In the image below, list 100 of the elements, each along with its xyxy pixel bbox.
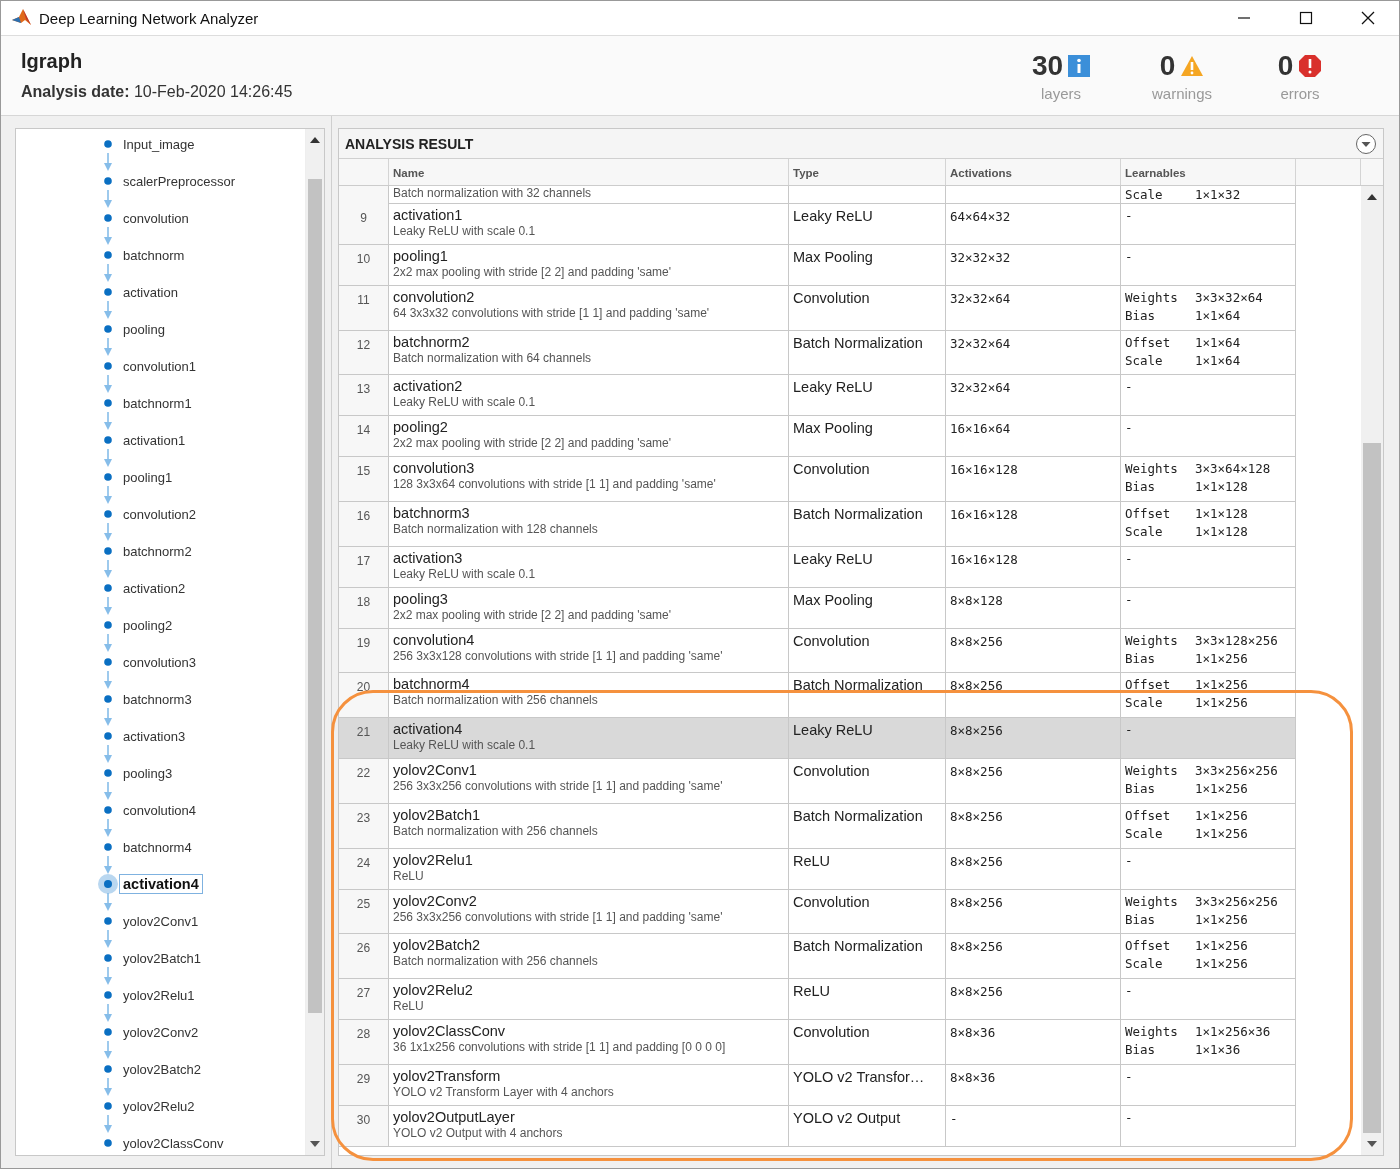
connector-arrow [104, 782, 112, 801]
table-row[interactable]: 21 activation4 Leaky ReLU with scale 0.1 Leaky ReLU 8×8×256 - [339, 718, 1296, 760]
table-row[interactable]: 25 yolov2Conv2 256 3x3x256 convolutions with stride [1 1] and padding 'same' Convolution 8×8×256 Weights 3×3×256×256 Bias 1×1×256 [339, 889, 1296, 935]
table-cell: Batch Normalization [793, 938, 923, 955]
column-header[interactable]: Activations [946, 159, 1121, 185]
layer-node[interactable]: activation2 [119, 578, 190, 598]
connector-arrow [104, 967, 112, 986]
table-row[interactable]: 27 yolov2Relu2 ReLU ReLU 8×8×256 - [339, 978, 1296, 1020]
table-cell: 8×8×256 [950, 939, 1003, 955]
layer-node[interactable]: Input_image [119, 134, 199, 154]
connector-arrow [104, 264, 112, 283]
layer-node[interactable]: yolov2Batch1 [119, 948, 206, 968]
table-cell: Batch Normalization [793, 677, 923, 694]
column-header[interactable]: Name [389, 159, 789, 185]
table-row[interactable]: 24 yolov2Relu1 ReLU ReLU 8×8×256 - [339, 848, 1296, 890]
layer-node[interactable]: convolution3 [119, 652, 200, 672]
table-cell: 8×8×256 [950, 808, 1003, 824]
table-row[interactable]: 30 yolov2OutputLayer YOLO v2 Output with 4 anchors YOLO v2 Output - - [339, 1105, 1296, 1147]
table-row[interactable]: 12 batchnorm2 Batch normalization with 64 channels Batch Normalization 32×32×64 Offset 1×1×64 Scale 1×1×64 [339, 330, 1296, 376]
layer-node[interactable]: convolution4 [119, 800, 200, 820]
layer-description: ReLU [393, 868, 425, 884]
layer-node[interactable]: yolov2Batch2 [119, 1059, 206, 1079]
table-row[interactable]: 10 pooling1 2x2 max pooling with stride [2 2] and padding 'same' Max Pooling 32×32×32 - [339, 245, 1296, 286]
layer-node[interactable]: convolution [119, 208, 193, 228]
table-cell: 32×32×64 [950, 291, 1011, 306]
count: 30 [1031, 50, 1064, 82]
row-number: 20 [339, 673, 389, 718]
table-row[interactable]: 15 convolution3 128 3x3x64 convolutions with stride [1 1] and padding 'same' Convolution 16×16×128 Weights 3×3×64×128 Bias 1×1×128 [339, 457, 1296, 503]
table-cell: Max Pooling [793, 591, 873, 608]
layer-name: yolov2Relu2 [393, 981, 474, 999]
layer-description: 128 3x3x64 convolutions with stride [1 1] and padding 'same' [393, 477, 717, 493]
layer-node[interactable]: pooling1 [119, 467, 177, 487]
layer-description: 2x2 max pooling with stride [2 2] and padding 'same' [393, 436, 673, 452]
connector-arrow [104, 856, 112, 875]
layer-description: Batch normalization with 128 channels [393, 522, 599, 538]
layer-node[interactable]: activation1 [119, 430, 190, 450]
layer-name: convolution4 [393, 631, 476, 649]
table-row[interactable]: 23 yolov2Batch1 Batch normalization with 256 channels Batch Normalization 8×8×256 Offset 1×1×256 Scale 1×1×256 [339, 803, 1296, 849]
layer-name: activation3 [393, 549, 464, 567]
layer-node[interactable]: batchnorm2 [119, 541, 196, 561]
table-row[interactable]: 17 activation3 Leaky ReLU with scale 0.1 Leaky ReLU 16×16×128 - [339, 546, 1296, 588]
table-row[interactable]: 28 yolov2ClassConv 36 1x1x256 convolutions with stride [1 1] and padding [0 0 0 0] Convolution 8×8×36 Weights 1×1×256×36 Bias 1×1×36 [339, 1019, 1296, 1065]
layer-node[interactable]: yolov2Relu2 [119, 1096, 199, 1116]
layer-node[interactable]: convolution1 [119, 356, 200, 376]
layer-node[interactable]: batchnorm [119, 245, 189, 265]
connector-arrow [104, 1004, 112, 1023]
table-cell-text: - [1125, 851, 1134, 870]
table-row[interactable]: 29 yolov2Transform YOLO v2 Transform Layer with 4 anchors YOLO v2 Transfor… 8×8×36 - [339, 1064, 1296, 1106]
layer-node[interactable]: activation [119, 282, 182, 302]
layer-node[interactable]: batchnorm1 [119, 393, 196, 413]
layer-node[interactable]: batchnorm3 [119, 689, 196, 709]
table-row[interactable]: 14 pooling2 2x2 max pooling with stride [2 2] and padding 'same' Max Pooling 16×16×64 - [339, 416, 1296, 458]
scrollbar-thumb[interactable] [1363, 443, 1381, 1133]
connector-arrow [104, 523, 112, 542]
table-row[interactable]: 16 batchnorm3 Batch normalization with 128 channels Batch Normalization 16×16×128 Offset 1×1×128 Scale 1×1×128 [339, 502, 1296, 547]
table-row[interactable]: 9 activation1 Leaky ReLU with scale 0.1 Leaky ReLU 64×64×32 - [339, 204, 1296, 245]
layer-node[interactable]: convolution2 [119, 504, 200, 524]
layer-node[interactable]: pooling [119, 319, 169, 339]
layer-name: yolov2Relu1 [393, 851, 474, 869]
up-arrow-icon [1367, 194, 1377, 200]
layer-node[interactable]: yolov2Conv2 [119, 1022, 203, 1042]
error-icon [1298, 54, 1323, 78]
table-cell-text: - [1125, 1108, 1134, 1127]
layer-description: 2x2 max pooling with stride [2 2] and padding 'same' [393, 607, 673, 623]
layer-node[interactable]: batchnorm4 [119, 837, 196, 857]
table-row[interactable]: 11 convolution2 64 3x3x32 convolutions with stride [1 1] and padding 'same' Convolution 32×32×64 Weights 3×3×32×64 Bias 1×1×64 [339, 286, 1296, 331]
table-row[interactable]: 22 yolov2Conv1 256 3x3x256 convolutions with stride [1 1] and padding 'same' Convolution 8×8×256 Weights 3×3×256×256 Bias 1×1×256 [339, 759, 1296, 804]
table-row[interactable]: Batch normalization with 32 channels Scale 1×1×32 [339, 186, 1296, 204]
table-row[interactable]: 13 activation2 Leaky ReLU with scale 0.1 Leaky ReLU 32×32×64 - [339, 375, 1296, 417]
column-header[interactable]: Type [789, 159, 946, 185]
layer-node[interactable]: scalerPreprocessor [119, 171, 239, 191]
layer-description: ReLU [393, 998, 425, 1014]
scrollbar-thumb[interactable] [308, 179, 322, 1013]
table-row[interactable]: 26 yolov2Batch2 Batch normalization with 256 channels Batch Normalization 8×8×256 Offset 1×1×256 Scale 1×1×256 [339, 934, 1296, 979]
layer-name: yolov2Conv2 [393, 892, 478, 910]
table-cell: 8×8×256 [950, 983, 1003, 999]
table-cell: 8×8×256 [950, 853, 1003, 869]
layer-node[interactable]: pooling3 [119, 763, 177, 783]
layer-name: pooling2 [393, 419, 449, 437]
table-row[interactable]: 18 pooling3 2x2 max pooling with stride [2 2] and padding 'same' Max Pooling 8×8×128 - [339, 587, 1296, 629]
layer-node[interactable]: pooling2 [119, 615, 177, 635]
layer-node[interactable]: yolov2ClassConv [119, 1133, 228, 1153]
row-number: 28 [339, 1019, 389, 1064]
layer-node[interactable]: activation3 [119, 726, 190, 746]
connector-arrow [104, 1078, 112, 1097]
table-cell-text: - [1125, 378, 1134, 397]
layer-node[interactable]: activation4 [119, 874, 203, 894]
layer-node[interactable]: yolov2Relu1 [119, 985, 199, 1005]
column-header[interactable]: Learnables [1121, 159, 1296, 185]
node-icon[interactable] [98, 874, 118, 894]
table-row[interactable]: 19 convolution4 256 3x3x128 convolutions with stride [1 1] and padding 'same' Convolution 8×8×256 Weights 3×3×128×256 Bias 1×1×256 [339, 628, 1296, 674]
panel-title: ANALYSIS RESULT [345, 135, 475, 152]
row-number: 10 [339, 245, 389, 285]
table-cell-text: - [1125, 1067, 1134, 1086]
row-number: 11 [339, 286, 389, 330]
collapse-icon[interactable] [1355, 132, 1377, 155]
table-cell: 8×8×128 [950, 592, 1003, 608]
layer-node[interactable]: yolov2Conv1 [119, 911, 203, 931]
table-cell: 32×32×64 [950, 380, 1011, 396]
row-number: 22 [339, 759, 389, 803]
